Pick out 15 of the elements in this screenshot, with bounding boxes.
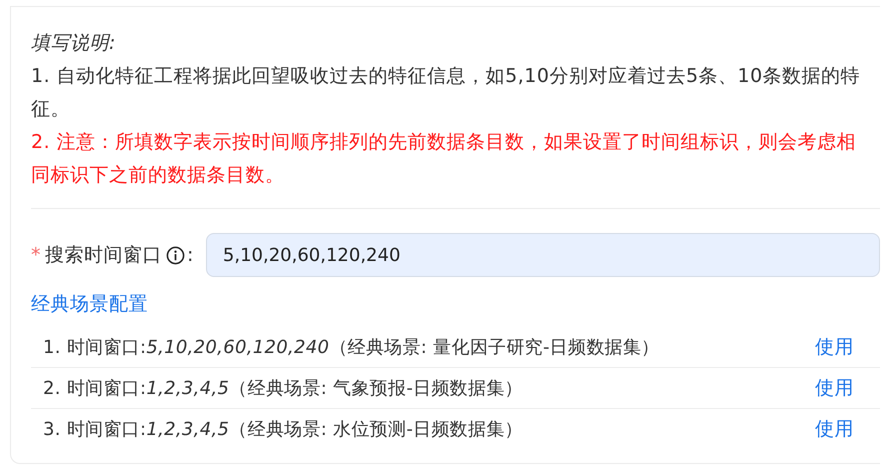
use-link[interactable]: 使用 xyxy=(815,375,854,401)
input-field[interactable]: 5,10,20,60,120,240 xyxy=(206,233,880,277)
presets-link[interactable]: 经典场景配置 xyxy=(31,291,880,317)
colon-text: : xyxy=(187,244,194,266)
preset-text: 1. 时间窗口:5,10,20,60,120,240（经典场景: 量化因子研究-日频数据集） xyxy=(43,336,660,359)
info-icon[interactable] xyxy=(166,246,185,264)
instruction-text: 1. 自动化特征工程将据此回望吸收过去的特征信息，如5,10分别对应着过去5条、10条数据的特征。 xyxy=(31,64,862,122)
instruction-text: 2. 注意：所填数字表示按时间顺序排列的先前数据条目数，如果设置了时间组标识，则会考虑相同标识下之前的数据条目数。 xyxy=(31,130,858,188)
use-link[interactable]: 使用 xyxy=(815,416,854,442)
instructions-title: 填写说明: xyxy=(31,31,117,56)
preset-text: 2. 时间窗口:1,2,3,4,5（经典场景: 气象预报-日频数据集） xyxy=(43,377,523,400)
preset-text: 3. 时间窗口:1,2,3,4,5（经典场景: 水位预测-日频数据集） xyxy=(43,418,523,441)
use-link[interactable]: 使用 xyxy=(815,334,854,360)
required-mark: * xyxy=(31,244,41,266)
field-label: 搜索时间窗口 xyxy=(45,243,162,268)
